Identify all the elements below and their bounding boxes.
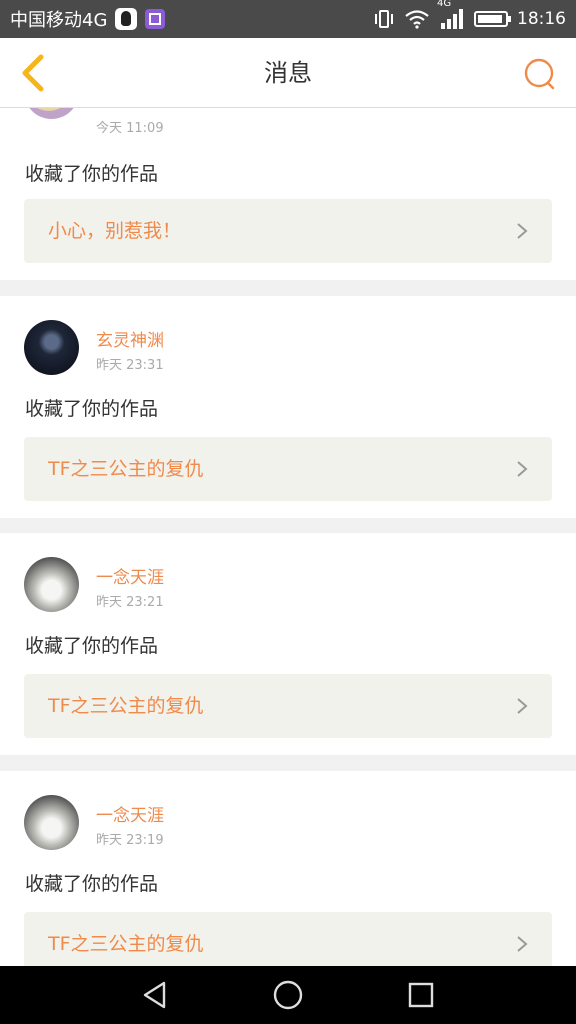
clock: 18:16	[517, 9, 566, 29]
avatar[interactable]	[24, 795, 79, 850]
nav-recents-button[interactable]	[391, 970, 451, 1020]
system-nav-bar	[0, 966, 576, 1024]
gallery-icon	[145, 9, 166, 29]
work-title: TF之三公主的复仇	[48, 458, 204, 480]
work-title: 小心，别惹我！	[48, 220, 182, 242]
nav-back-icon	[143, 981, 165, 1009]
message-list[interactable]: 今天 11:09 收藏了你的作品 小心，别惹我！ 玄灵神渊 昨天 23:31 收…	[0, 108, 576, 966]
username[interactable]: 一念天涯	[96, 563, 164, 588]
work-link[interactable]: TF之三公主的复仇	[24, 674, 552, 738]
nav-back-button[interactable]	[125, 970, 185, 1020]
timestamp: 昨天 23:21	[96, 595, 164, 610]
avatar[interactable]	[24, 320, 79, 375]
work-title: TF之三公主的复仇	[48, 933, 204, 955]
chevron-right-icon	[517, 223, 528, 239]
action-text: 收藏了你的作品	[25, 398, 159, 420]
chevron-right-icon	[517, 461, 528, 477]
nav-recents-icon	[409, 982, 434, 1008]
username[interactable]: 一念天涯	[96, 801, 164, 826]
action-text: 收藏了你的作品	[25, 163, 159, 185]
work-title: TF之三公主的复仇	[48, 695, 204, 717]
work-link[interactable]: 小心，别惹我！	[24, 199, 552, 263]
message-card: 一念天涯 昨天 23:19 收藏了你的作品 TF之三公主的复仇	[0, 771, 576, 966]
avatar[interactable]	[24, 557, 79, 612]
timestamp: 今天 11:09	[96, 121, 164, 136]
battery-icon	[474, 11, 511, 27]
search-button[interactable]	[518, 52, 562, 96]
nav-home-button[interactable]	[258, 970, 318, 1020]
wifi-icon	[405, 10, 429, 29]
avatar[interactable]	[24, 108, 79, 119]
qq-icon	[115, 8, 138, 30]
status-bar: 中国移动4G 4G 18:16	[0, 0, 576, 38]
username[interactable]: 玄灵神渊	[96, 326, 164, 351]
carrier-label: 中国移动4G	[10, 10, 108, 31]
nav-home-icon	[273, 980, 303, 1010]
timestamp: 昨天 23:19	[96, 833, 164, 848]
action-text: 收藏了你的作品	[25, 635, 159, 657]
message-card: 今天 11:09 收藏了你的作品 小心，别惹我！	[0, 108, 576, 280]
network-type: 4G	[437, 0, 452, 9]
timestamp: 昨天 23:31	[96, 358, 164, 373]
chevron-right-icon	[517, 936, 528, 952]
action-text: 收藏了你的作品	[25, 873, 159, 895]
message-card: 一念天涯 昨天 23:21 收藏了你的作品 TF之三公主的复仇	[0, 533, 576, 755]
signal-icon	[441, 9, 463, 29]
vibrate-icon	[375, 10, 393, 28]
page-title: 消息	[264, 59, 312, 87]
message-card: 玄灵神渊 昨天 23:31 收藏了你的作品 TF之三公主的复仇	[0, 296, 576, 518]
top-app-bar: 消息	[0, 38, 576, 108]
work-link[interactable]: TF之三公主的复仇	[24, 437, 552, 501]
chevron-right-icon	[517, 698, 528, 714]
work-link[interactable]: TF之三公主的复仇	[24, 912, 552, 966]
search-icon	[524, 58, 555, 90]
